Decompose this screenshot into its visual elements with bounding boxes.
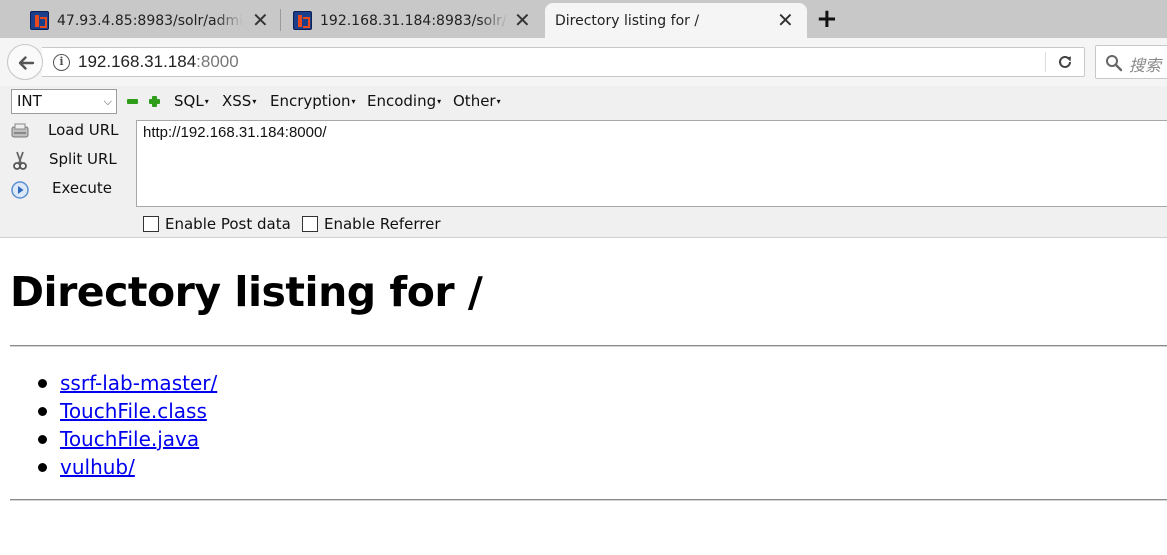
caret-down-icon: ▾ [252, 97, 257, 106]
decrease-icon[interactable] [127, 99, 138, 104]
encoding-menu-label: Encoding [367, 92, 437, 110]
url-host: 192.168.31.184 [78, 52, 197, 71]
tab-title: Directory listing for / [555, 12, 700, 29]
increase-icon[interactable] [149, 96, 160, 107]
int-select-value: INT [17, 92, 42, 110]
xss-menu-label: XSS [222, 92, 252, 110]
scissors-icon [13, 151, 27, 170]
divider-top [10, 345, 1167, 347]
enable-referrer-label: Enable Referrer [324, 215, 441, 233]
enable-post-data-label: Enable Post data [165, 215, 291, 233]
sql-menu-label: SQL [174, 92, 204, 110]
file-link[interactable]: TouchFile.java [60, 427, 199, 451]
file-link[interactable]: TouchFile.class [60, 399, 207, 423]
caret-down-icon: ▾ [437, 97, 442, 106]
xss-menu[interactable]: XSS▾ [222, 92, 256, 110]
execute-button[interactable]: Execute [10, 177, 120, 203]
tab-title: 47.93.4.85:8983/solr/admi [57, 12, 243, 29]
int-select[interactable]: INT ⌵ [11, 89, 117, 114]
page-heading: Directory listing for / [10, 268, 483, 316]
search-box[interactable]: 搜索 [1095, 45, 1167, 79]
tab-title: 192.168.31.184:8983/solr/ [320, 12, 507, 29]
back-arrow-icon [18, 56, 35, 70]
tab-close-icon[interactable]: ✕ [252, 10, 269, 30]
encryption-menu[interactable]: Encryption▾ [270, 92, 356, 110]
url-port: :8000 [196, 52, 239, 71]
address-divider [1045, 52, 1046, 72]
solr-favicon-icon [30, 11, 49, 30]
execute-label: Execute [52, 179, 112, 197]
solr-favicon-icon [293, 11, 312, 30]
other-menu[interactable]: Other▾ [453, 92, 501, 110]
caret-down-icon: ▾ [204, 97, 209, 106]
sql-menu[interactable]: SQL▾ [174, 92, 209, 110]
load-url-label: Load URL [48, 121, 119, 139]
site-info-icon[interactable]: i [53, 54, 70, 71]
load-url-button[interactable]: Load URL [10, 119, 120, 145]
tab-close-icon[interactable]: ✕ [777, 10, 794, 30]
hackbar-panel: INT ⌵ SQL▾ XSS▾ Encryption▾ Encoding▾ Ot… [0, 86, 1167, 238]
checkbox-box[interactable] [143, 216, 159, 232]
caret-down-icon: ▾ [496, 97, 501, 106]
tab-solr-admin-2[interactable]: 192.168.31.184:8983/solr/ ✕ [293, 3, 538, 38]
directory-link[interactable]: vulhub/ [60, 455, 135, 479]
load-url-icon [11, 123, 29, 138]
search-icon [1106, 55, 1123, 72]
search-placeholder: 搜索 [1129, 56, 1162, 75]
navigation-toolbar: i 192.168.31.184:8000 搜索 [0, 38, 1167, 86]
play-icon [11, 181, 29, 199]
tab-bar: 47.93.4.85:8983/solr/admi ✕ 192.168.31.1… [0, 0, 1167, 38]
split-url-label: Split URL [49, 150, 117, 168]
tab-solr-admin-1[interactable]: 47.93.4.85:8983/solr/admi ✕ [30, 3, 275, 38]
tab-close-icon[interactable]: ✕ [514, 10, 531, 30]
chevron-down-icon: ⌵ [103, 95, 112, 108]
divider-bottom [10, 499, 1167, 501]
tab-separator [280, 9, 281, 31]
enable-post-data-checkbox[interactable]: Enable Post data [143, 215, 291, 233]
caret-down-icon: ▾ [351, 97, 356, 106]
split-url-button[interactable]: Split URL [10, 148, 120, 174]
other-menu-label: Other [453, 92, 496, 110]
checkbox-box[interactable] [302, 216, 318, 232]
tab-directory-listing[interactable]: Directory listing for / ✕ [545, 3, 807, 38]
address-text[interactable]: 192.168.31.184:8000 [78, 52, 239, 72]
directory-link[interactable]: ssrf-lab-master/ [60, 371, 217, 395]
back-button[interactable] [7, 44, 43, 80]
hackbar-url-input[interactable]: http://192.168.31.184:8000/ [136, 120, 1167, 207]
encryption-menu-label: Encryption [270, 92, 351, 110]
reload-icon[interactable] [1056, 53, 1074, 71]
new-tab-button[interactable]: + [816, 6, 838, 32]
encoding-menu[interactable]: Encoding▾ [367, 92, 441, 110]
address-bar[interactable]: i 192.168.31.184:8000 [42, 47, 1085, 77]
enable-referrer-checkbox[interactable]: Enable Referrer [302, 215, 440, 233]
